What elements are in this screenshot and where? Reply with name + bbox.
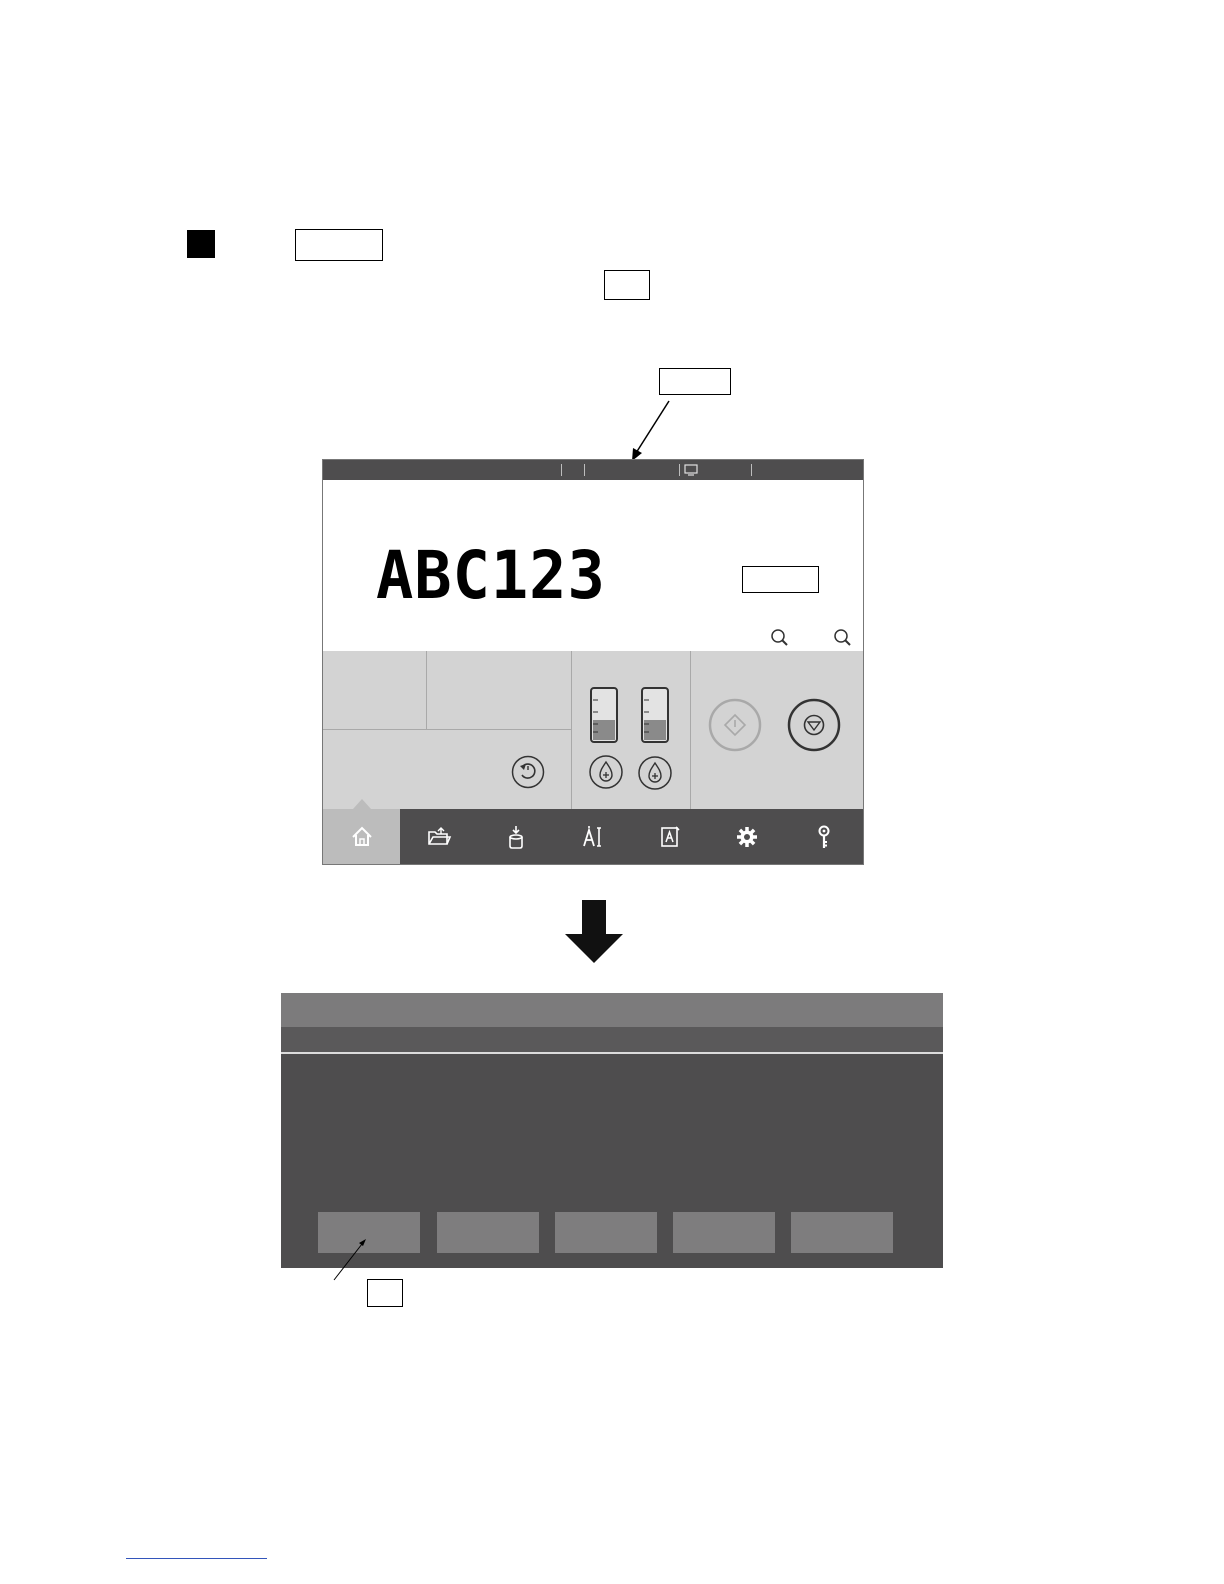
nav-text-edit[interactable] bbox=[554, 809, 631, 864]
main-screen: ABC123 bbox=[322, 459, 864, 865]
zoom-in-icon[interactable] bbox=[770, 628, 790, 648]
dialog-title-bar bbox=[281, 993, 943, 1027]
callout-box-inline-key bbox=[604, 270, 650, 300]
nav-home[interactable] bbox=[323, 799, 400, 864]
leader-arrow-button bbox=[333, 1239, 366, 1281]
gear-icon bbox=[736, 826, 757, 847]
status-separator bbox=[561, 464, 562, 476]
callout-box-status-bar bbox=[659, 368, 731, 395]
panel-divider bbox=[690, 651, 691, 809]
leader-arrow-status-bar bbox=[632, 400, 670, 461]
folder-open-icon bbox=[427, 826, 451, 845]
message-edit-icon bbox=[660, 825, 680, 847]
nav-active-pointer bbox=[353, 799, 371, 809]
nav-settings[interactable] bbox=[708, 809, 785, 864]
down-arrow-icon bbox=[565, 900, 623, 963]
footnote-link-underline bbox=[126, 1558, 267, 1559]
nav-message-edit[interactable] bbox=[631, 809, 708, 864]
step-marker bbox=[187, 230, 215, 258]
makeup-add-drop-icon[interactable] bbox=[637, 755, 673, 791]
key-icon bbox=[818, 825, 829, 848]
reset-counter-icon[interactable] bbox=[510, 754, 546, 790]
panel-divider bbox=[323, 729, 571, 730]
ink-tank-1-icon bbox=[590, 687, 618, 743]
status-separator bbox=[584, 464, 585, 476]
dialog-button-4[interactable] bbox=[673, 1212, 775, 1253]
nav-maintenance[interactable] bbox=[785, 809, 862, 864]
bottom-navigation bbox=[323, 799, 863, 864]
print-display-area[interactable]: ABC123 bbox=[323, 480, 863, 651]
print-preview-text: ABC123 bbox=[376, 537, 606, 614]
ink-tank-2-icon bbox=[641, 687, 669, 743]
zoom-out-icon[interactable] bbox=[833, 628, 853, 648]
home-icon bbox=[351, 826, 372, 846]
ink-add-drop-icon[interactable] bbox=[588, 754, 624, 790]
panel-divider bbox=[571, 651, 572, 809]
info-panel-top-right[interactable] bbox=[427, 651, 571, 729]
status-separator bbox=[751, 464, 752, 476]
monitor-icon bbox=[684, 464, 698, 476]
dialog-screen bbox=[281, 993, 943, 1268]
stop-button-icon[interactable] bbox=[786, 697, 842, 753]
callout-box-display bbox=[742, 566, 819, 593]
status-separator bbox=[679, 464, 680, 476]
nav-ink-supply[interactable] bbox=[477, 809, 554, 864]
start-button-icon[interactable] bbox=[707, 697, 763, 753]
dialog-message-area bbox=[281, 1056, 943, 1206]
dialog-button-5[interactable] bbox=[791, 1212, 893, 1253]
dialog-button-3[interactable] bbox=[555, 1212, 657, 1253]
control-panel-area bbox=[323, 651, 863, 809]
text-edit-icon bbox=[582, 825, 601, 847]
ink-bottle-icon bbox=[508, 825, 523, 849]
nav-open-file[interactable] bbox=[400, 809, 477, 864]
dialog-subheader bbox=[281, 1027, 943, 1054]
callout-box-step-label bbox=[295, 229, 383, 261]
status-bar bbox=[323, 460, 863, 480]
info-panel-top-left[interactable] bbox=[323, 651, 426, 729]
callout-box-button bbox=[367, 1279, 403, 1307]
dialog-button-2[interactable] bbox=[437, 1212, 539, 1253]
